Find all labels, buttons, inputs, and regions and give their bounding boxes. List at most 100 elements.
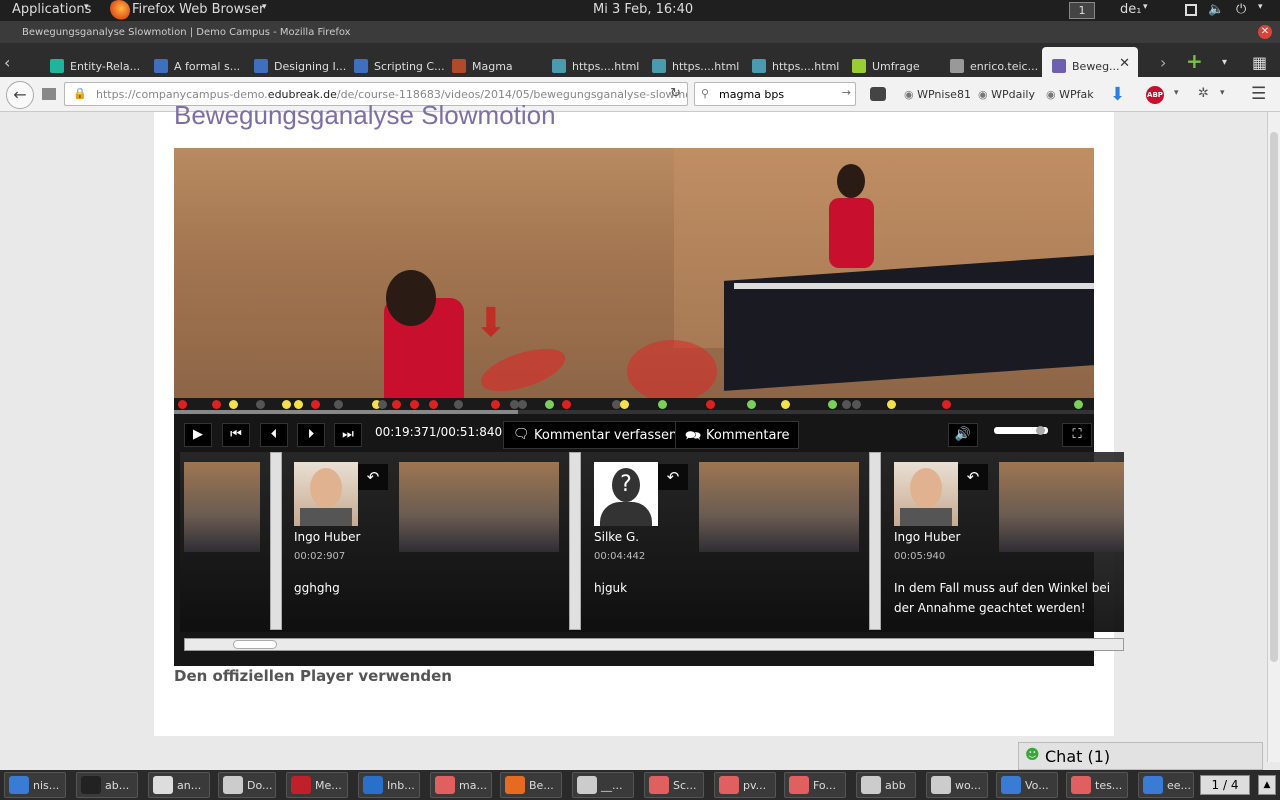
comment-marker[interactable] — [545, 400, 554, 409]
volume-slider[interactable] — [994, 426, 1048, 435]
menu-icon[interactable]: ☰ — [1251, 84, 1266, 104]
rewind-button[interactable]: ⏮ — [222, 423, 250, 447]
taskbar-item[interactable]: Be... — [500, 772, 562, 798]
new-tab-icon[interactable]: + — [1186, 47, 1204, 77]
taskbar-item[interactable]: ab... — [76, 772, 138, 798]
comment-marker[interactable] — [562, 400, 571, 409]
comment-marker[interactable] — [658, 400, 667, 409]
search-input[interactable]: ⚲ magma bps → — [694, 82, 856, 106]
tab[interactable]: https....html — [652, 47, 746, 77]
taskbar-item[interactable]: wo... — [926, 772, 988, 798]
taskbar-item[interactable]: Inb... — [358, 772, 420, 798]
fullscreen-button[interactable]: ⛶ — [1062, 423, 1092, 447]
pocket-icon[interactable] — [870, 87, 886, 101]
comment-marker[interactable] — [294, 400, 303, 409]
taskbar-item[interactable]: ee... — [1138, 772, 1194, 798]
bookmark-item[interactable]: ◉ WPfak — [1046, 88, 1094, 101]
tab-active[interactable]: Beweg... ✕ — [1042, 47, 1138, 77]
taskbar-item[interactable]: pv... — [714, 772, 776, 798]
comment-marker[interactable] — [887, 400, 896, 409]
comment-marker[interactable] — [311, 400, 320, 409]
tab[interactable]: Scripting C... — [354, 47, 448, 77]
pager-arrow-icon[interactable]: ▲ — [1258, 775, 1276, 795]
workspace-pager[interactable]: 1 / 4 — [1200, 775, 1250, 795]
next-frame-button[interactable]: ⏵ — [297, 423, 325, 447]
comment-time[interactable]: 00:04:442 — [594, 551, 645, 562]
comment-marker[interactable] — [620, 400, 629, 409]
video-frame[interactable]: ⬇ — [174, 148, 1094, 410]
workspace-switcher[interactable]: 1 — [1069, 2, 1095, 19]
comment-marker[interactable] — [942, 400, 951, 409]
close-icon[interactable]: ✕ — [1258, 25, 1272, 39]
comment-marker[interactable] — [378, 400, 387, 409]
chevron-down-icon[interactable]: ▾ — [1174, 88, 1179, 98]
comment-marker[interactable] — [429, 400, 438, 409]
play-button[interactable]: ▶ — [184, 423, 212, 447]
bookmark-item[interactable]: ◉ WPnise81 — [904, 88, 971, 101]
video-thumbnail[interactable] — [399, 462, 559, 552]
official-player-link[interactable]: Den offiziellen Player verwenden — [174, 667, 452, 685]
chevron-down-icon[interactable]: ▾ — [1222, 47, 1234, 77]
volume-knob[interactable] — [1036, 426, 1045, 435]
reload-icon[interactable]: ↻ — [670, 86, 681, 101]
download-icon[interactable]: ⬇ — [1110, 84, 1125, 105]
reply-button[interactable]: ↶ — [658, 464, 688, 490]
tab[interactable]: enrico.teic... — [950, 47, 1044, 77]
comment-marker[interactable] — [1074, 400, 1083, 409]
comment-marker[interactable] — [256, 400, 265, 409]
comment-author[interactable]: Ingo Huber — [294, 530, 360, 544]
comment-marker[interactable] — [454, 400, 463, 409]
comment-marker[interactable] — [518, 400, 527, 409]
chevron-down-icon[interactable]: ▾ — [1220, 88, 1225, 98]
previous-frame-button[interactable]: ⏴ — [260, 423, 288, 447]
page-scrollbar[interactable] — [1267, 112, 1280, 762]
comment-marker[interactable] — [706, 400, 715, 409]
comment-marker[interactable] — [410, 400, 419, 409]
taskbar-item[interactable]: Me... — [286, 772, 348, 798]
reply-button[interactable]: ↶ — [958, 464, 988, 490]
comment-marker[interactable] — [747, 400, 756, 409]
comment-marker[interactable] — [282, 400, 291, 409]
tab[interactable]: A formal s... — [154, 47, 248, 77]
fast-forward-button[interactable]: ⏭ — [334, 423, 362, 447]
taskbar-item[interactable]: Vo... — [996, 772, 1058, 798]
comment-author[interactable]: Ingo Huber — [894, 530, 960, 544]
taskbar-item[interactable]: Sc... — [644, 772, 704, 798]
taskbar-item[interactable]: __... — [572, 772, 634, 798]
tab[interactable]: Entity-Rela... — [50, 47, 146, 77]
bookmark-item[interactable]: ◉ WPdaily — [978, 88, 1035, 101]
taskbar-item[interactable]: tes... — [1066, 772, 1128, 798]
window-icon[interactable] — [1185, 4, 1197, 16]
extension-icon[interactable]: ✲ — [1198, 86, 1209, 101]
comment-time[interactable]: 00:05:940 — [894, 551, 945, 562]
taskbar-item[interactable]: Fo... — [784, 772, 846, 798]
comment-marker-timeline[interactable] — [174, 398, 1094, 410]
comment-marker[interactable] — [842, 400, 851, 409]
tab[interactable]: https....html — [752, 47, 846, 77]
video-thumbnail[interactable] — [999, 462, 1124, 552]
comment-marker[interactable] — [212, 400, 221, 409]
close-tab-icon[interactable]: ✕ — [1119, 56, 1130, 71]
tab-scroll-right-icon[interactable]: › — [1160, 47, 1174, 77]
video-thumbnail[interactable] — [699, 462, 859, 552]
tab-scroll-left-icon[interactable]: ‹ — [4, 47, 20, 77]
taskbar-item[interactable]: ma... — [430, 772, 492, 798]
comment-time[interactable]: 00:02:907 — [294, 551, 345, 562]
comment-marker[interactable] — [334, 400, 343, 409]
taskbar-item[interactable]: nis... — [4, 772, 66, 798]
comment-author[interactable]: Silke G. — [594, 530, 639, 544]
tab[interactable]: Magma — [452, 47, 546, 77]
clock[interactable]: Mi 3 Feb, 16:40 — [593, 2, 693, 17]
volume-button[interactable]: 🔊 — [948, 423, 978, 447]
comment-marker[interactable] — [178, 400, 187, 409]
comment-marker[interactable] — [229, 400, 238, 409]
taskbar-item[interactable]: an... — [148, 772, 210, 798]
chat-button[interactable]: ☻ Chat (1) — [1018, 742, 1263, 770]
tab[interactable]: https....html — [552, 47, 646, 77]
scrollbar-thumb[interactable] — [233, 640, 277, 649]
taskbar-item[interactable]: Do... — [218, 772, 276, 798]
adblock-icon[interactable]: ABP — [1146, 86, 1164, 104]
active-app-menu[interactable]: Firefox Web Browser — [132, 2, 264, 17]
keyboard-layout[interactable]: de₁ — [1120, 2, 1141, 17]
grid-icon[interactable]: ▦ — [1252, 47, 1270, 77]
